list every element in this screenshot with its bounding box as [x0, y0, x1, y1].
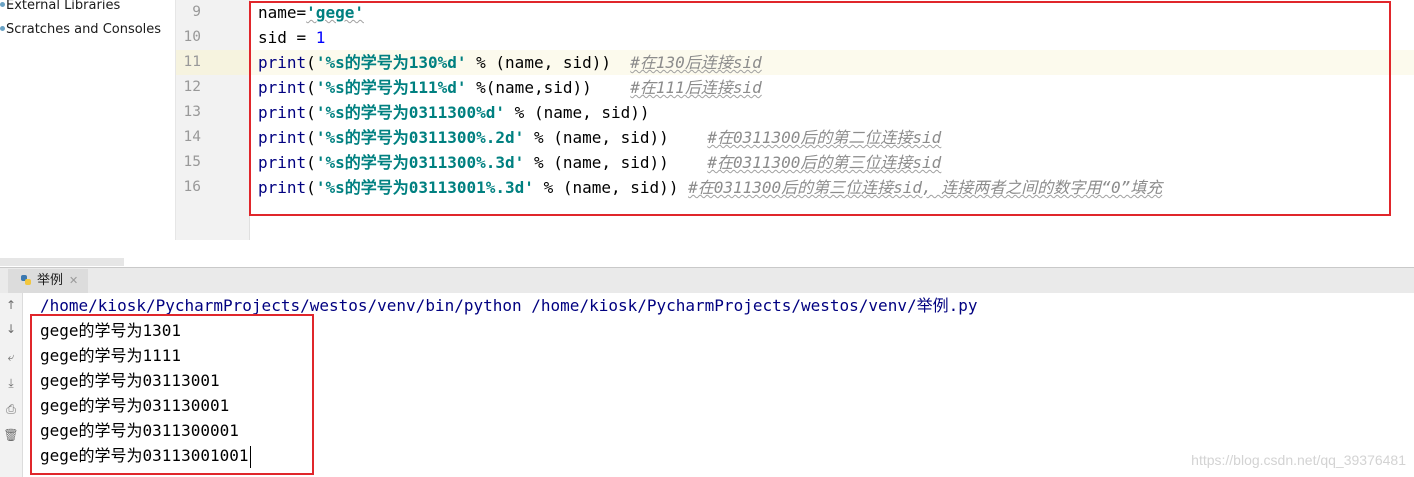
tree-item-external-libraries[interactable]: External Libraries: [0, 0, 120, 16]
tree-item-label: External Libraries: [6, 0, 121, 13]
line-number: 14: [183, 129, 201, 145]
run-tab-label: 举例: [37, 273, 64, 288]
line-number: 16: [183, 179, 201, 195]
editor-gutter: 9 10 11 12 13 14 15 16: [176, 0, 250, 240]
line-number: 10: [183, 29, 201, 45]
tree-item-scratches[interactable]: Scratches and Consoles: [0, 20, 161, 40]
trash-icon[interactable]: 🗑: [3, 427, 19, 443]
run-tool-window-header: 举例 ✕: [0, 267, 1414, 294]
scratches-icon: [0, 26, 5, 31]
run-toolbar: ↑ ↓ ⤶ ⤓ ⎙ 🗑: [0, 293, 23, 477]
python-icon: [21, 275, 31, 285]
scroll-to-end-icon[interactable]: ⤓: [3, 375, 19, 391]
arrow-down-icon[interactable]: ↓: [3, 321, 19, 337]
line-number: 9: [192, 4, 201, 20]
close-icon[interactable]: ✕: [69, 274, 78, 287]
run-tab[interactable]: 举例 ✕: [8, 269, 89, 293]
arrow-up-icon[interactable]: ↑: [3, 297, 19, 313]
code-highlight-box: [249, 1, 1391, 216]
watermark: https://blog.csdn.net/qq_39376481: [1191, 452, 1406, 468]
output-highlight-box: [30, 314, 314, 475]
horizontal-scrollbar[interactable]: [0, 258, 124, 266]
library-icon: [0, 2, 5, 7]
project-tree: External Libraries Scratches and Console…: [0, 0, 176, 258]
line-number: 15: [183, 154, 201, 170]
tree-item-label: Scratches and Consoles: [6, 22, 162, 37]
line-number: 11: [183, 54, 201, 70]
line-number: 13: [183, 104, 201, 120]
line-number: 12: [183, 79, 201, 95]
soft-wrap-icon[interactable]: ⤶: [3, 349, 19, 365]
editor-bottom-area: [0, 240, 1414, 258]
print-icon[interactable]: ⎙: [3, 401, 19, 417]
